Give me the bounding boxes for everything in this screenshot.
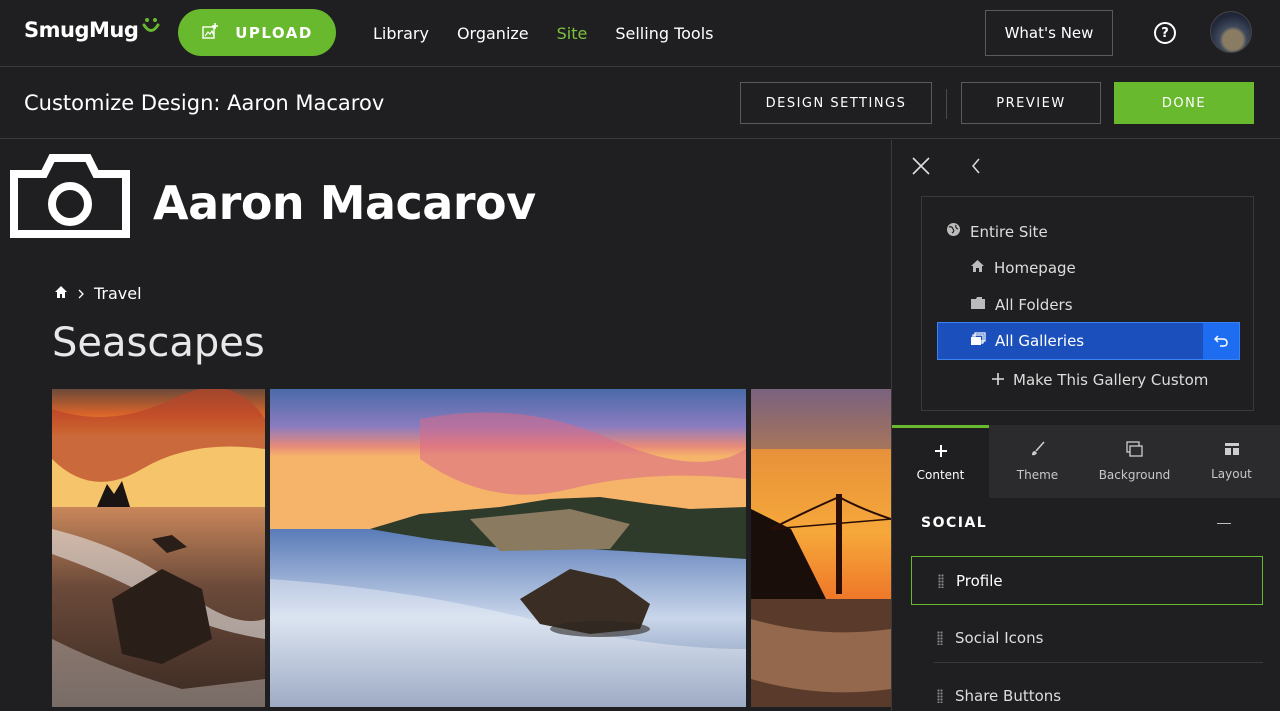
gallery-photo-2[interactable]: [270, 389, 746, 707]
collapse-section-icon[interactable]: [1217, 523, 1231, 524]
top-navigation-bar: SmugMug UPLOAD Library Organize Site Sel…: [0, 0, 1280, 67]
site-name[interactable]: Aaron Macarov: [153, 176, 536, 230]
logo-text: SmugMug: [24, 18, 139, 42]
content-block-share-buttons[interactable]: Share Buttons: [934, 671, 1263, 711]
tab-theme[interactable]: Theme: [989, 425, 1086, 498]
smile-logo-icon: [141, 16, 161, 41]
brush-icon: [1030, 441, 1046, 460]
nav-site[interactable]: Site: [557, 24, 588, 43]
help-icon[interactable]: ?: [1154, 22, 1176, 44]
toolbar-divider: [946, 89, 947, 119]
tree-item-entire-site[interactable]: Entire Site: [946, 222, 1048, 241]
tab-content-label: Content: [916, 467, 965, 482]
home-icon[interactable]: [54, 284, 68, 303]
page-title: Customize Design: Aaron Macarov: [24, 91, 385, 115]
content-block-label: Profile: [956, 571, 1003, 590]
tab-background[interactable]: Background: [1086, 425, 1183, 498]
close-icon[interactable]: [910, 155, 932, 177]
tab-content[interactable]: Content: [892, 425, 989, 498]
content-block-profile[interactable]: Profile: [911, 556, 1263, 605]
tree-label-all-galleries: All Galleries: [995, 332, 1085, 350]
drag-handle-icon[interactable]: [938, 573, 944, 588]
tab-layout-label: Layout: [1211, 467, 1252, 481]
panel-tabs: Content Theme Background Layout: [892, 425, 1280, 498]
globe-icon: [946, 222, 961, 241]
tree-label-entire-site: Entire Site: [970, 222, 1048, 241]
undo-icon[interactable]: [1203, 323, 1239, 359]
make-gallery-custom-button[interactable]: Make This Gallery Custom: [992, 371, 1208, 389]
background-icon: [1126, 441, 1143, 460]
home-icon: [970, 259, 985, 277]
upload-label: UPLOAD: [235, 23, 313, 42]
content-block-social-icons[interactable]: Social Icons: [934, 614, 1263, 663]
tree-item-homepage[interactable]: Homepage: [970, 259, 1076, 277]
section-heading-social: SOCIAL: [921, 515, 988, 531]
done-button[interactable]: DONE: [1114, 82, 1254, 124]
tree-label-all-folders: All Folders: [995, 296, 1073, 314]
plus-icon: [992, 371, 1004, 389]
smugmug-logo[interactable]: SmugMug: [24, 16, 161, 42]
page-scope-tree: Entire Site Homepage All Folders All Gal…: [921, 196, 1254, 411]
make-gallery-custom-label: Make This Gallery Custom: [1013, 371, 1209, 389]
breadcrumb: Travel: [54, 284, 142, 303]
main-nav: Library Organize Site Selling Tools: [373, 0, 714, 66]
preview-button[interactable]: PREVIEW: [961, 82, 1101, 124]
drag-handle-icon[interactable]: [937, 631, 943, 645]
layout-icon: [1224, 442, 1240, 459]
upload-button[interactable]: UPLOAD: [178, 9, 336, 56]
nav-organize[interactable]: Organize: [457, 24, 529, 43]
folder-icon: [970, 296, 986, 314]
customize-toolbar: Customize Design: Aaron Macarov DESIGN S…: [0, 67, 1280, 139]
tab-layout[interactable]: Layout: [1183, 425, 1280, 498]
tab-background-label: Background: [1098, 468, 1171, 482]
customize-panel: Entire Site Homepage All Folders All Gal…: [891, 140, 1280, 711]
camera-logo-icon[interactable]: [10, 154, 130, 238]
design-settings-button[interactable]: DESIGN SETTINGS: [740, 82, 932, 124]
back-chevron-icon[interactable]: [968, 155, 984, 177]
tree-label-homepage: Homepage: [994, 259, 1076, 277]
drag-handle-icon[interactable]: [937, 688, 943, 703]
nav-library[interactable]: Library: [373, 24, 429, 43]
plus-icon: [934, 444, 947, 460]
tree-item-all-galleries[interactable]: All Galleries: [937, 322, 1240, 360]
gallery-photo-1[interactable]: [52, 389, 265, 707]
content-block-label: Share Buttons: [955, 686, 1062, 705]
tree-item-all-folders[interactable]: All Folders: [970, 296, 1073, 314]
avatar[interactable]: [1210, 11, 1252, 53]
site-preview: Aaron Macarov Travel Seascapes: [0, 140, 891, 711]
tab-theme-label: Theme: [1016, 468, 1059, 482]
gallery-stack-icon: [970, 332, 986, 350]
upload-icon: [201, 22, 219, 44]
breadcrumb-travel[interactable]: Travel: [94, 284, 142, 303]
nav-selling-tools[interactable]: Selling Tools: [615, 24, 713, 43]
gallery-photo-3[interactable]: [751, 389, 891, 707]
whats-new-button[interactable]: What's New: [985, 10, 1113, 56]
gallery-title: Seascapes: [52, 320, 265, 366]
content-block-label: Social Icons: [955, 629, 1044, 647]
breadcrumb-separator-icon: [77, 284, 85, 303]
